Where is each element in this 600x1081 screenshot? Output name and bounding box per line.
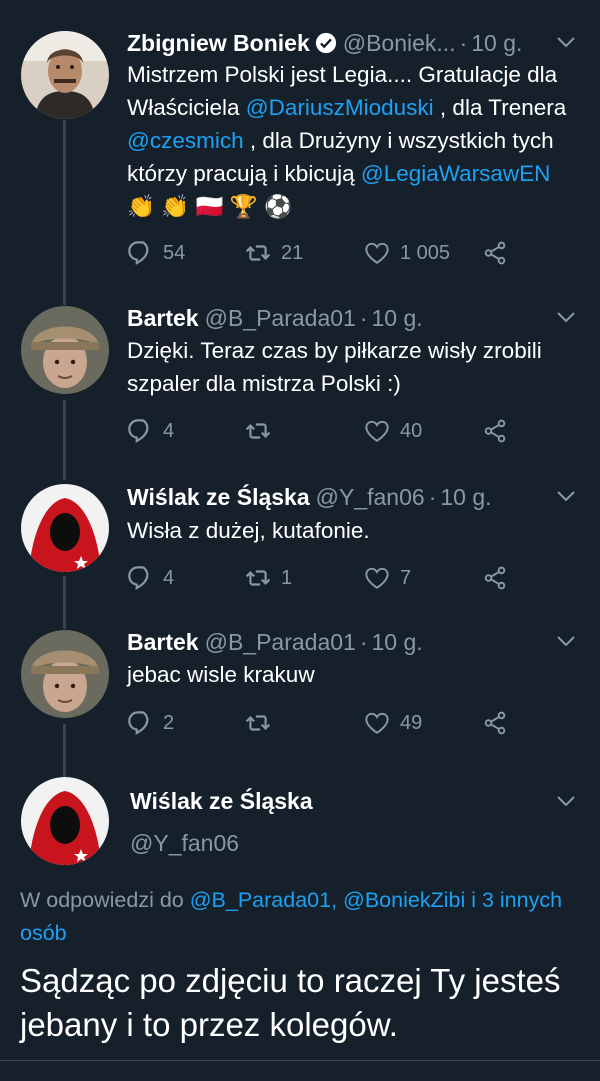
reply-button[interactable]: 4 xyxy=(127,563,174,593)
tweet-text: Wisła z dużej, kutafonie. xyxy=(127,518,370,543)
like-button[interactable]: 1 005 xyxy=(364,238,450,268)
display-name[interactable]: Wiślak ze Śląska xyxy=(127,482,310,512)
reply-count: 2 xyxy=(163,711,175,734)
tweet[interactable]: Bartek @B_Parada01 · 10 g. jebac wisle k… xyxy=(0,627,600,742)
tweet-header: Bartek @B_Parada01 · 10 g. xyxy=(127,303,423,333)
tweet-text-segment: , dla Trenera xyxy=(433,95,567,120)
tweet-header: Zbigniew Boniek @Boniek... · 10 g. xyxy=(127,28,522,58)
like-count: 49 xyxy=(400,711,423,734)
like-count: 1 005 xyxy=(400,241,451,264)
user-handle[interactable]: @Y_fan06 xyxy=(130,828,239,858)
like-button[interactable]: 49 xyxy=(364,708,422,738)
reply-icon xyxy=(127,240,153,266)
timestamp[interactable]: 10 g. xyxy=(440,482,491,512)
share-button[interactable] xyxy=(482,416,508,446)
reply-count: 4 xyxy=(163,419,175,442)
avatar[interactable] xyxy=(21,630,109,718)
reply-button[interactable]: 2 xyxy=(127,708,174,738)
avatar[interactable] xyxy=(21,306,109,394)
user-handle[interactable]: @B_Parada01 xyxy=(205,303,356,333)
mention-link[interactable]: @czesmich xyxy=(127,128,244,153)
separator-dot: · xyxy=(459,30,468,56)
avatar[interactable] xyxy=(21,31,109,119)
share-icon xyxy=(482,240,508,266)
heart-icon xyxy=(364,710,390,736)
timestamp[interactable]: 10 g. xyxy=(372,303,423,333)
retweet-count: 1 xyxy=(281,566,293,589)
like-button[interactable]: 40 xyxy=(364,416,422,446)
heart-icon xyxy=(364,565,390,591)
reply-button[interactable]: 54 xyxy=(127,238,185,268)
chevron-down-icon[interactable] xyxy=(554,305,578,329)
tweet-actions: 4 1 7 xyxy=(127,563,527,593)
display-name[interactable]: Wiślak ze Śląska xyxy=(130,786,313,816)
divider xyxy=(0,1060,600,1061)
retweet-button[interactable] xyxy=(245,416,281,446)
tweet-text: Dzięki. Teraz czas by piłkarze wisły zro… xyxy=(127,338,542,396)
reply-icon xyxy=(127,418,153,444)
display-name[interactable]: Bartek xyxy=(127,303,199,333)
reply-icon xyxy=(127,565,153,591)
tweet-actions: 54 21 1 005 xyxy=(127,238,527,268)
chevron-down-icon[interactable] xyxy=(554,484,578,508)
separator-dot: · xyxy=(359,305,368,331)
chevron-down-icon[interactable] xyxy=(554,789,578,813)
share-icon xyxy=(482,418,508,444)
separator-dot: · xyxy=(428,484,437,510)
tweet-actions: 4 40 xyxy=(127,416,527,446)
tweet-header: Bartek @B_Parada01 · 10 g. xyxy=(127,627,423,657)
tweet-text: jebac wisle krakuw xyxy=(127,662,315,687)
mention-link[interactable]: @LegiaWarsawEN xyxy=(361,161,551,186)
retweet-icon xyxy=(245,710,271,736)
separator-dot: · xyxy=(359,629,368,655)
chevron-down-icon[interactable] xyxy=(554,30,578,54)
tweet[interactable]: Wiślak ze Śląska @Y_fan06 · 10 g. Wisła … xyxy=(0,482,600,592)
mention-link[interactable]: @DariuszMioduski xyxy=(246,95,434,120)
tweet[interactable]: Zbigniew Boniek @Boniek... · 10 g. Mistr… xyxy=(0,28,600,278)
timestamp[interactable]: 10 g. xyxy=(372,627,423,657)
tweet-header: Wiślak ze Śląska @Y_fan06 · 10 g. xyxy=(127,482,492,512)
display-name[interactable]: Zbigniew Boniek xyxy=(127,28,310,58)
heart-icon xyxy=(364,418,390,444)
user-handle[interactable]: @Y_fan06 xyxy=(316,482,425,512)
retweet-count: 21 xyxy=(281,241,304,264)
chevron-down-icon[interactable] xyxy=(554,629,578,653)
retweet-icon xyxy=(245,418,271,444)
retweet-button[interactable]: 21 xyxy=(245,238,303,268)
reply-context: W odpowiedzi do @B_Parada01, @BoniekZibi… xyxy=(20,884,580,950)
retweet-button[interactable] xyxy=(245,708,281,738)
reply-prefix: W odpowiedzi do xyxy=(20,888,190,912)
retweet-icon xyxy=(245,240,271,266)
retweet-button[interactable]: 1 xyxy=(245,563,292,593)
share-button[interactable] xyxy=(482,238,508,268)
reply-count: 54 xyxy=(163,241,186,264)
display-name[interactable]: Bartek xyxy=(127,627,199,657)
share-icon xyxy=(482,565,508,591)
user-handle[interactable]: @B_Parada01 xyxy=(205,627,356,657)
verified-badge-icon xyxy=(315,32,337,54)
share-icon xyxy=(482,710,508,736)
like-count: 7 xyxy=(400,566,412,589)
timestamp[interactable]: 10 g. xyxy=(471,28,522,58)
user-handle[interactable]: @Boniek... xyxy=(343,28,456,58)
reply-button[interactable]: 4 xyxy=(127,416,174,446)
tweet[interactable]: Bartek @B_Parada01 · 10 g. Dzięki. Teraz… xyxy=(0,303,600,453)
tweet-actions: 2 49 xyxy=(127,708,527,738)
share-button[interactable] xyxy=(482,563,508,593)
tweet-text-segment: 👏 👏 🇵🇱 🏆 ⚽ xyxy=(127,194,293,219)
avatar[interactable] xyxy=(21,777,109,865)
like-count: 40 xyxy=(400,419,423,442)
avatar[interactable] xyxy=(21,484,109,572)
focused-tweet-text: Sądząc po zdjęciu to raczej Ty jesteś je… xyxy=(20,962,561,1043)
tweet-text: Mistrzem Polski jest Legia.... Gratulacj… xyxy=(127,58,577,223)
retweet-icon xyxy=(245,565,271,591)
share-button[interactable] xyxy=(482,708,508,738)
reply-count: 4 xyxy=(163,566,175,589)
heart-icon xyxy=(364,240,390,266)
like-button[interactable]: 7 xyxy=(364,563,411,593)
reply-icon xyxy=(127,710,153,736)
tweet-thread: Zbigniew Boniek @Boniek... · 10 g. Mistr… xyxy=(0,0,600,1081)
